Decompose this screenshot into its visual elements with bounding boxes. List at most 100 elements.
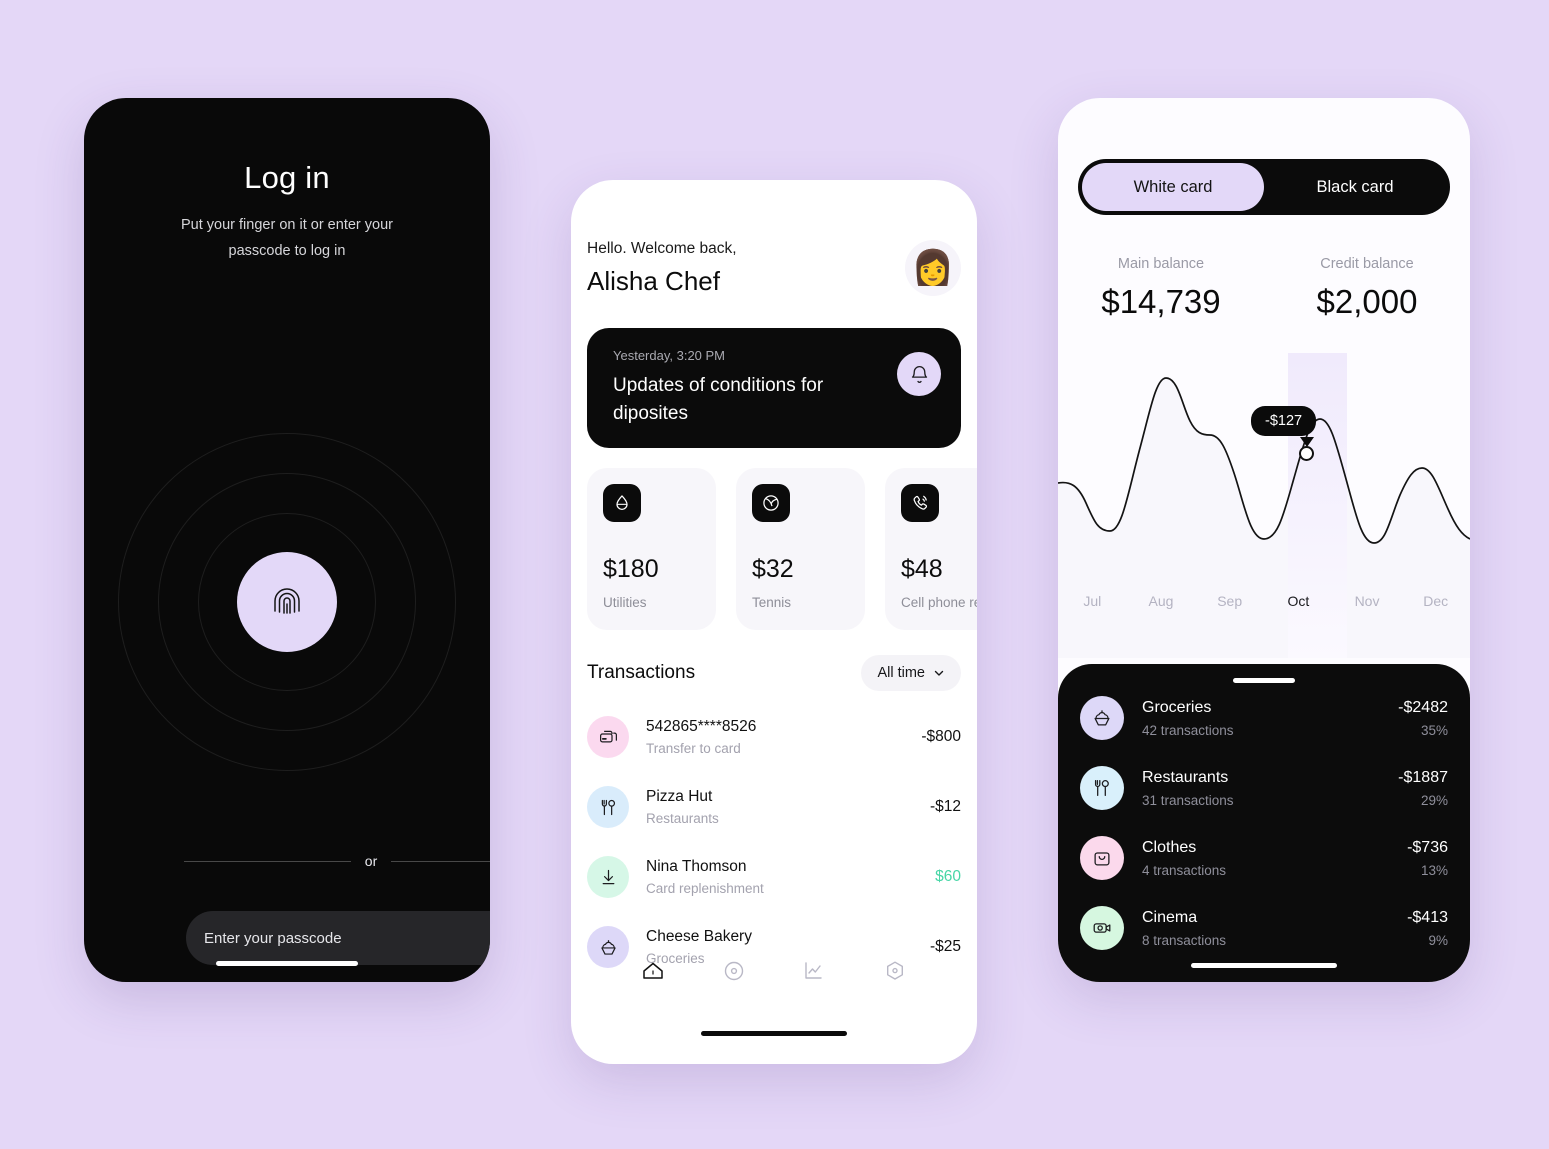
category-amount: -$2482: [1398, 698, 1448, 716]
transaction-category: Restaurants: [646, 811, 719, 826]
category-text: Restaurants 31 transactions: [1124, 769, 1398, 808]
notification-title: Updates of conditions for diposites: [613, 375, 824, 424]
category-text: Clothes 4 transactions: [1124, 839, 1407, 878]
transaction-text: Nina Thomson Card replenishment: [629, 858, 935, 896]
list-item[interactable]: Cinema 8 transactions -$413 9%: [1080, 893, 1448, 963]
transaction-category: Card replenishment: [646, 881, 764, 896]
category-amount: -$1887: [1398, 768, 1448, 786]
category-transactions: 42 transactions: [1142, 722, 1234, 738]
spend-amount: $32: [752, 555, 794, 583]
table-row[interactable]: 542865****8526 Transfer to card -$800: [587, 702, 961, 772]
main-balance-label: Main balance: [1117, 256, 1205, 272]
categories-panel: Groceries 42 transactions -$2482 35% Res…: [1058, 664, 1470, 982]
month-tick-active: Oct: [1287, 593, 1310, 609]
transaction-name: Cheese Bakery: [646, 928, 752, 945]
transaction-name: 542865****8526: [646, 718, 757, 735]
transaction-amount: $60: [935, 868, 961, 885]
tab-white-card[interactable]: White card: [1082, 163, 1264, 211]
category-name: Restaurants: [1142, 768, 1229, 786]
month-tick: Sep: [1217, 593, 1243, 609]
spend-amount: $180: [603, 555, 659, 583]
notification-card[interactable]: Yesterday, 3:20 PM Updates of conditions…: [587, 328, 961, 448]
download-icon: [587, 856, 629, 898]
avatar[interactable]: 👩: [905, 240, 961, 296]
cutlery-icon: [587, 786, 629, 828]
nav-target-button[interactable]: [715, 952, 753, 990]
credit-balance: Credit balance $2,000: [1264, 256, 1470, 321]
spend-card[interactable]: $180 Utilities: [587, 468, 716, 630]
credit-card-icon: [587, 716, 629, 758]
spend-label: Cell phone refill: [901, 595, 977, 610]
category-name: Clothes: [1142, 838, 1197, 856]
nav-analytics-button[interactable]: [795, 952, 833, 990]
list-item[interactable]: Restaurants 31 transactions -$1887 29%: [1080, 753, 1448, 823]
main-balance: Main balance $14,739: [1058, 256, 1264, 321]
tab-black-card[interactable]: Black card: [1264, 163, 1446, 211]
notification-text-block: Yesterday, 3:20 PM Updates of conditions…: [613, 348, 843, 427]
page-title: Log in: [244, 160, 330, 195]
spend-label: Utilities: [603, 595, 647, 610]
credit-balance-label: Credit balance: [1320, 256, 1414, 272]
divider-line-right: [391, 860, 490, 862]
transactions-filter-button[interactable]: All time: [861, 655, 961, 691]
month-tick: Nov: [1354, 593, 1380, 609]
phone-icon: [901, 484, 939, 522]
chevron-down-icon: [934, 670, 944, 676]
analytics-screen: White card Black card Main balance $14,7…: [1058, 98, 1470, 982]
month-tick: Aug: [1148, 593, 1174, 609]
balances-row: Main balance $14,739 Credit balance $2,0…: [1058, 256, 1470, 321]
home-indicator: [701, 1031, 847, 1036]
category-name: Cinema: [1142, 908, 1198, 926]
transaction-text: Pizza Hut Restaurants: [629, 788, 930, 826]
greeting-label: Hello. Welcome back,: [587, 240, 737, 257]
category-text: Groceries 42 transactions: [1124, 699, 1398, 738]
transaction-amount: -$12: [929, 798, 961, 815]
fingerprint-icon[interactable]: [237, 552, 337, 652]
chart-tooltip: -$127: [1251, 406, 1317, 436]
spend-cards-carousel[interactable]: $180 Utilities $32 Tennis $48 Cell phone…: [587, 468, 977, 630]
divider-line-left: [184, 860, 351, 862]
chart-month-axis: Jul Aug Sep Oct Nov Dec: [1058, 593, 1470, 623]
nav-home-button[interactable]: [634, 952, 672, 990]
divider-or: or: [184, 853, 490, 869]
passcode-field-wrapper[interactable]: [186, 911, 490, 965]
month-tick: Jul: [1083, 593, 1102, 609]
video-camera-icon: [1080, 906, 1124, 950]
target-icon: [724, 961, 743, 981]
bag-icon: [1080, 836, 1124, 880]
chart-data-point[interactable]: [1299, 446, 1314, 461]
water-drop-icon: [603, 484, 641, 522]
greeting-text-block: Hello. Welcome back, Alisha Chef: [587, 240, 737, 297]
category-amount: -$736: [1407, 838, 1448, 856]
list-item[interactable]: Clothes 4 transactions -$736 13%: [1080, 823, 1448, 893]
card-type-toggle[interactable]: White card Black card: [1078, 159, 1450, 215]
category-transactions: 31 transactions: [1142, 792, 1234, 808]
category-percent: 35%: [1420, 722, 1448, 738]
bottom-navigation: [571, 952, 977, 990]
hexagon-icon: [886, 961, 903, 980]
list-item[interactable]: Groceries 42 transactions -$2482 35%: [1080, 683, 1448, 753]
category-text: Cinema 8 transactions: [1124, 909, 1407, 948]
transactions-header: Transactions All time: [587, 655, 961, 691]
spend-card[interactable]: $32 Tennis: [736, 468, 865, 630]
transaction-name: Pizza Hut: [646, 788, 713, 805]
fingerprint-scanner[interactable]: [117, 432, 457, 772]
table-row[interactable]: Nina Thomson Card replenishment $60: [587, 842, 961, 912]
home-indicator: [1191, 963, 1337, 968]
main-balance-value: $14,739: [1101, 283, 1221, 320]
category-values: -$736 13%: [1407, 839, 1448, 878]
home-indicator: [216, 961, 358, 966]
category-amount: -$413: [1407, 908, 1448, 926]
transaction-amount: -$800: [921, 728, 961, 745]
category-values: -$413 9%: [1407, 909, 1448, 948]
cupcake-icon: [1080, 696, 1124, 740]
passcode-input[interactable]: [204, 929, 490, 947]
category-values: -$1887 29%: [1398, 769, 1448, 808]
category-percent: 9%: [1428, 932, 1448, 948]
table-row[interactable]: Pizza Hut Restaurants -$12: [587, 772, 961, 842]
credit-balance-value: $2,000: [1316, 283, 1418, 320]
bell-icon[interactable]: [897, 352, 941, 396]
month-tick: Dec: [1423, 593, 1449, 609]
nav-more-button[interactable]: [876, 952, 914, 990]
spend-card[interactable]: $48 Cell phone refill: [885, 468, 977, 630]
